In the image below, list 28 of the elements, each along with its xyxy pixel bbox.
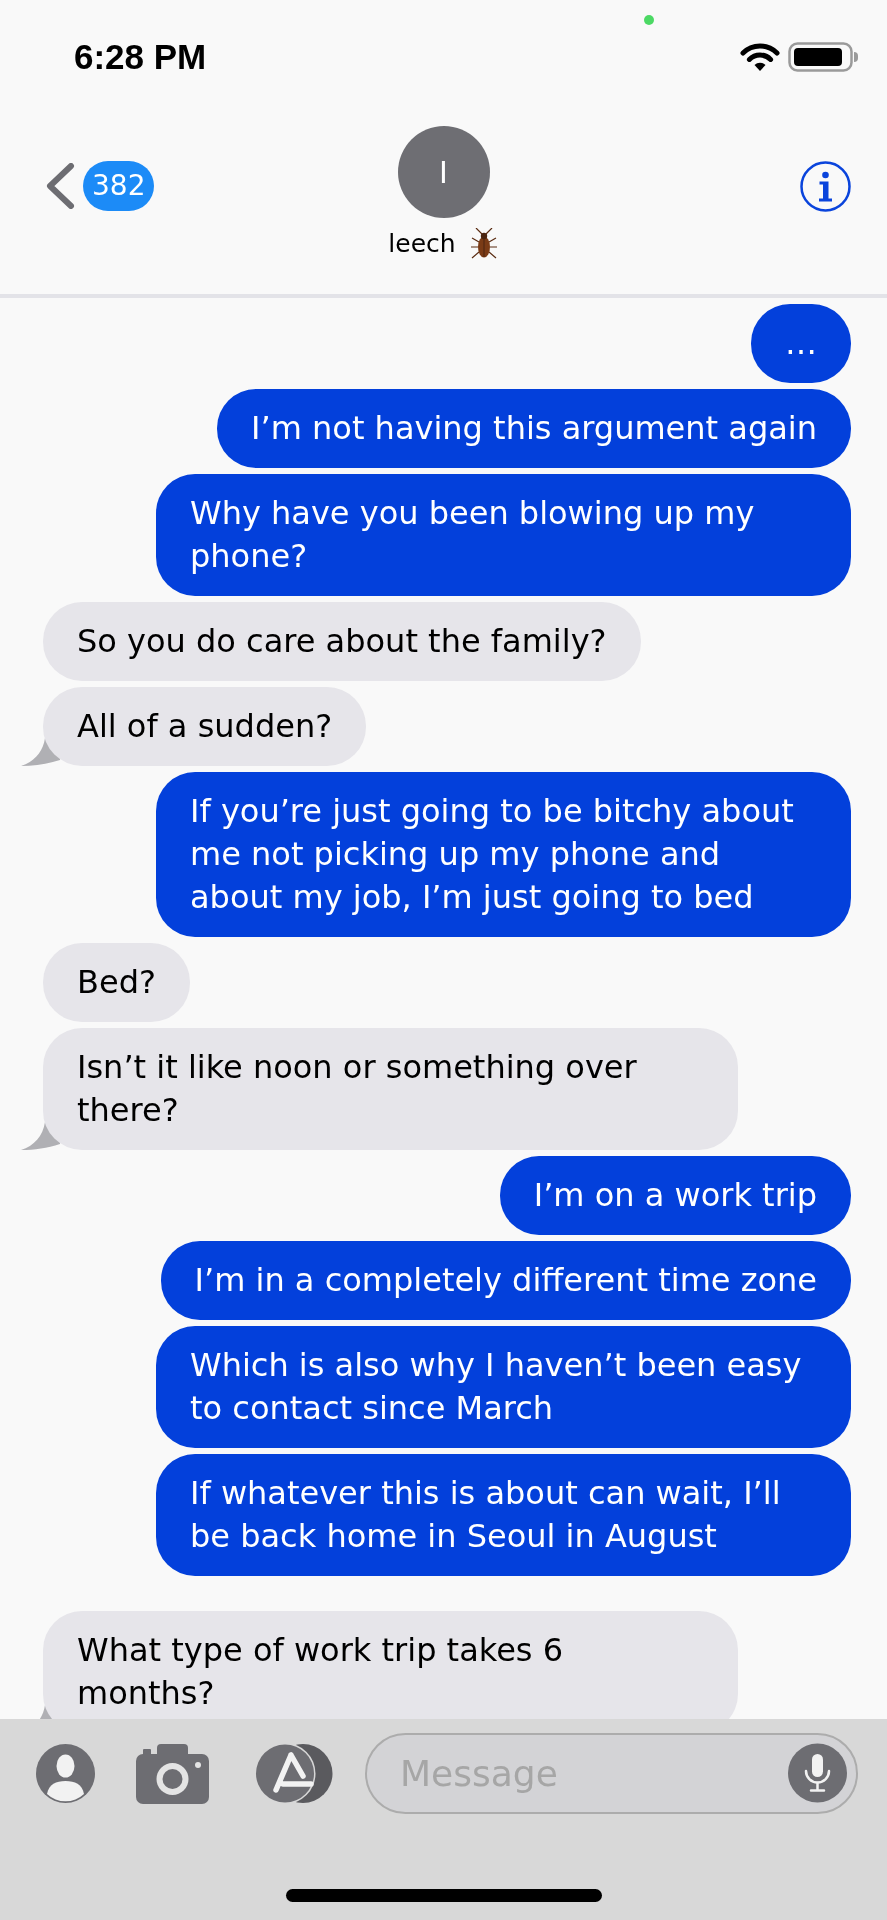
outgoing-message-bubble: … (751, 304, 851, 383)
outgoing-message-bubble: Which is also why I haven’t been easy to contact since March (156, 1326, 851, 1448)
incoming-message-bubble: So you do care about the family? (43, 602, 641, 681)
outgoing-message-bubble: I’m on a work trip (499, 1156, 851, 1235)
cockroach-icon (468, 228, 499, 260)
info-icon[interactable] (800, 161, 851, 212)
outgoing-message-bubble: If you’re just going to be bitchy about me not picking up my phone and about my job, I’m just going to bed (156, 772, 851, 937)
battery-icon (788, 42, 859, 72)
contact-name[interactable]: leech (388, 228, 456, 260)
outgoing-message-bubble: I’m in a completely different time zone (160, 1241, 851, 1320)
incoming-message-bubble: Isn’t it like noon or something over there? (43, 1028, 738, 1150)
microphone-icon[interactable] (788, 1743, 847, 1803)
outgoing-message-bubble: I’m not having this argument again (217, 389, 851, 468)
contact-icon[interactable] (36, 1744, 95, 1803)
indicator-dot-icon (644, 15, 654, 25)
outgoing-message-bubble: If whatever this is about can wait, I’ll be back home in Seoul in August (156, 1454, 851, 1576)
incoming-message-bubble: What type of work trip takes 6 months? (43, 1611, 738, 1719)
outgoing-message-bubble: Why have you been blowing up my phone? (156, 474, 851, 596)
incoming-message-bubble: All of a sudden? (43, 687, 367, 766)
camera-icon[interactable] (136, 1743, 209, 1804)
chevron-left-icon (45, 163, 75, 209)
incoming-message-bubble: Bed? (43, 943, 190, 1022)
unread-count-badge: 382 (83, 161, 155, 211)
back-button[interactable]: 382 (45, 161, 155, 211)
wifi-icon (739, 42, 781, 72)
contact-avatar[interactable]: I (397, 126, 490, 218)
apps-icon[interactable] (254, 1743, 333, 1804)
status-time: 6:28 PM (74, 37, 207, 77)
